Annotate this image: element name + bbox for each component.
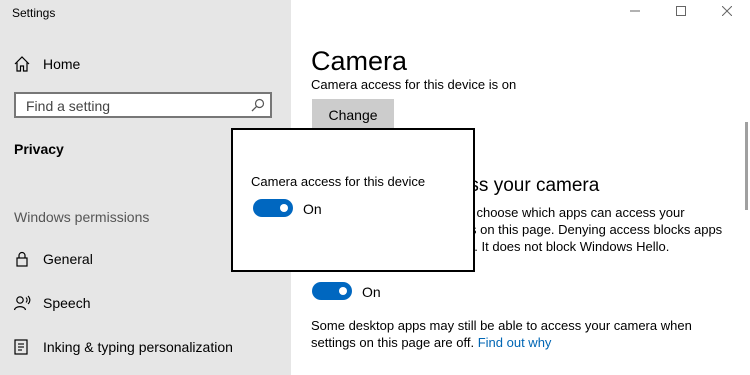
page-title: Camera	[311, 46, 408, 76]
sidebar-item-speech[interactable]: Speech	[0, 288, 291, 318]
sidebar-item-label: Inking & typing personalization	[43, 339, 233, 355]
device-access-toggle[interactable]	[253, 199, 293, 217]
change-button[interactable]: Change	[312, 99, 394, 130]
app-title: Settings	[12, 6, 56, 20]
allow-apps-toggle[interactable]	[312, 282, 352, 300]
window-controls	[612, 0, 750, 24]
speech-icon	[13, 294, 31, 312]
sidebar-item-home[interactable]: Home	[0, 49, 291, 79]
inking-icon	[13, 338, 31, 356]
search-icon[interactable]	[250, 97, 266, 113]
toggle-knob	[280, 204, 288, 212]
toggle-knob	[339, 287, 347, 295]
allow-apps-toggle-label: On	[362, 284, 381, 300]
camera-access-dialog: Camera access for this device On	[231, 128, 475, 272]
minimize-button[interactable]	[612, 0, 658, 24]
sidebar-item-inking[interactable]: Inking & typing personalization	[0, 332, 291, 362]
close-icon	[721, 3, 733, 21]
footnote: Some desktop apps may still be able to a…	[311, 317, 731, 351]
lock-icon	[13, 250, 31, 268]
dialog-title: Camera access for this device	[251, 174, 426, 189]
device-access-status: Camera access for this device is on	[311, 78, 517, 90]
sidebar-item-label: General	[43, 251, 93, 267]
minimize-icon	[630, 3, 640, 21]
section-heading: Windows permissions	[14, 209, 150, 225]
device-access-toggle-label: On	[303, 201, 322, 217]
maximize-button[interactable]	[658, 0, 704, 24]
close-button[interactable]	[704, 0, 750, 24]
category-title: Privacy	[14, 141, 64, 157]
sidebar-item-label: Speech	[43, 295, 91, 311]
home-icon	[13, 55, 31, 73]
maximize-icon	[676, 3, 686, 21]
sidebar-item-label: Home	[43, 56, 81, 72]
search-input[interactable]	[26, 97, 246, 115]
search-box[interactable]	[14, 92, 272, 118]
scrollbar[interactable]	[745, 122, 748, 210]
find-out-why-link[interactable]: Find out why	[478, 335, 552, 350]
